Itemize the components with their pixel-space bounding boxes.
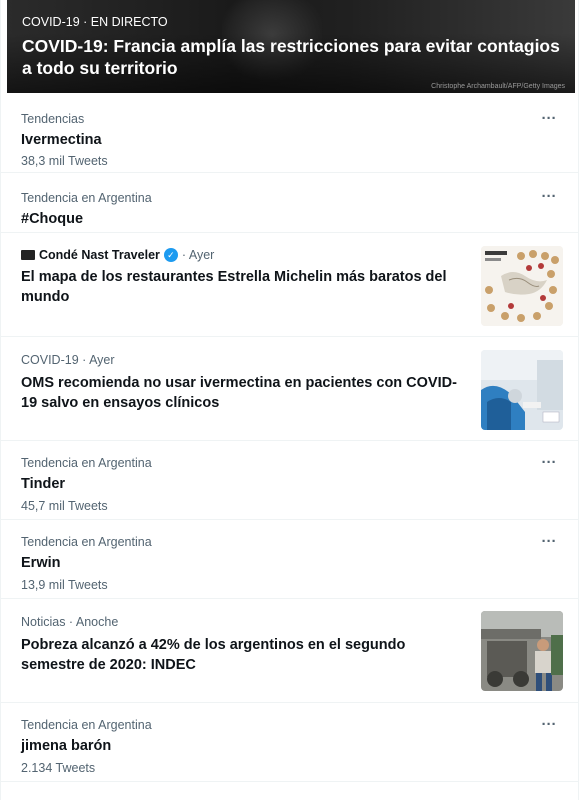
hero-meta: COVID-19 · EN DIRECTO	[22, 15, 168, 29]
news-headline: El mapa de los restaurantes Estrella Mic…	[21, 269, 447, 305]
news-time: · Ayer	[181, 248, 215, 262]
trend-title: Erwin	[21, 555, 61, 571]
hero-news-card[interactable]: COVID-19 · EN DIRECTO COVID-19: Francia …	[7, 0, 575, 93]
trend-context: Tendencia en Argentina	[21, 535, 152, 549]
more-options-icon[interactable]: ···	[540, 453, 558, 471]
trend-tweet-count: 2.134 Tweets	[21, 761, 96, 775]
trend-title: Tinder	[21, 476, 66, 492]
news-item[interactable]: Condé Nast Traveler ✓ · Ayer El mapa de …	[1, 233, 578, 337]
explore-trends-panel: COVID-19 · EN DIRECTO COVID-19: Francia …	[0, 0, 579, 800]
trend-item[interactable]: Tendencia en Argentina jimena barón 2.13…	[1, 703, 578, 782]
trend-item[interactable]: Tendencias Ivermectina 38,3 mil Tweets ·…	[1, 93, 578, 173]
more-options-icon[interactable]: ···	[540, 532, 558, 550]
trend-item[interactable]: Tendencia en Argentina Erwin 13,9 mil Tw…	[1, 520, 578, 599]
source-logo-icon	[21, 250, 35, 260]
news-item[interactable]: COVID-19 · Ayer OMS recomienda no usar i…	[1, 337, 578, 441]
news-thumbnail	[481, 350, 563, 430]
trend-item[interactable]: Tendencia en Argentina Tinder 45,7 mil T…	[1, 441, 578, 520]
trend-context: Tendencia en Argentina	[21, 456, 152, 470]
trend-context: Tendencia en Argentina	[21, 718, 152, 732]
trend-title: Ivermectina	[21, 132, 102, 148]
trend-title: #Choque	[21, 211, 84, 227]
trend-tweet-count: 45,7 mil Tweets	[21, 499, 108, 513]
hero-photo-credit: Christophe Archambault/AFP/Getty Images	[431, 83, 565, 90]
map-thumbnail-icon	[481, 246, 563, 326]
trend-item[interactable]: Tendencia en Argentina #Choque ···	[1, 173, 578, 233]
hero-title[interactable]: COVID-19: Francia amplía las restriccion…	[22, 35, 562, 79]
trend-context: Tendencia en Argentina	[21, 191, 152, 205]
more-options-icon[interactable]: ···	[540, 715, 558, 733]
news-item[interactable]: Noticias · Anoche Pobreza alcanzó a 42% …	[1, 599, 578, 703]
trend-tweet-count: 13,9 mil Tweets	[21, 578, 108, 592]
street-photo-icon	[481, 611, 563, 691]
news-thumbnail	[481, 246, 563, 326]
trend-context: Tendencias	[21, 112, 85, 126]
trend-tweet-count: 38,3 mil Tweets	[21, 154, 108, 168]
more-options-icon[interactable]: ···	[540, 109, 558, 127]
news-headline: OMS recomienda no usar ivermectina en pa…	[21, 375, 457, 411]
more-options-icon[interactable]: ···	[540, 187, 558, 205]
source-name: Condé Nast Traveler	[39, 248, 160, 262]
news-thumbnail	[481, 611, 563, 691]
trend-title: jimena barón	[21, 738, 112, 754]
verified-badge-icon: ✓	[163, 248, 178, 262]
lab-photo-icon	[481, 350, 563, 430]
news-headline: Pobreza alcanzó a 42% de los argentinos …	[21, 637, 406, 673]
